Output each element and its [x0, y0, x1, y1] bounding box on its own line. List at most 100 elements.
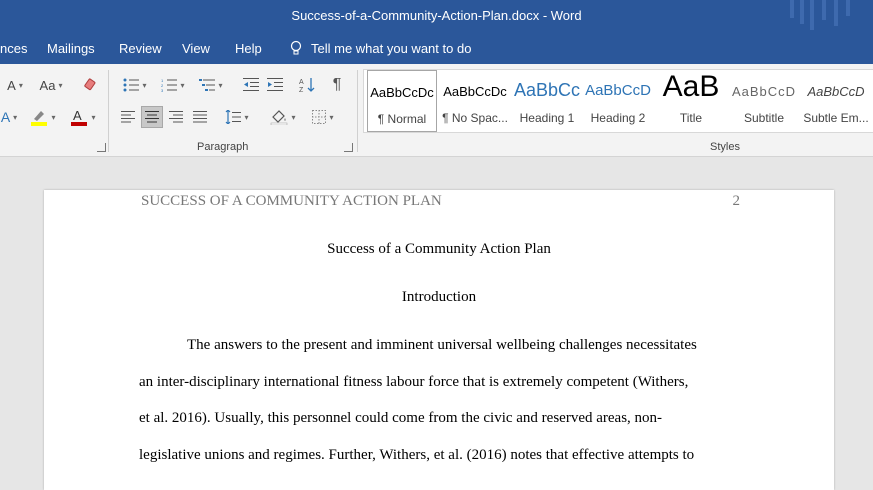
numbering-icon: 123 [161, 78, 178, 92]
body-line: The answers to the present and imminent … [187, 337, 697, 353]
chevron-down-icon: ▾ [58, 80, 63, 90]
decoration [846, 0, 850, 16]
multilevel-list-button[interactable]: ▾ [194, 74, 228, 96]
align-right-icon [169, 111, 183, 123]
decrease-indent-icon [243, 78, 259, 91]
justify-button[interactable] [190, 106, 210, 128]
font-size-label: A [7, 77, 16, 93]
style-normal[interactable]: AaBbCcDc ¶ Normal [367, 70, 437, 132]
style-name: ¶ Normal [377, 112, 427, 126]
line-spacing-icon [226, 110, 242, 124]
style-name: Heading 2 [590, 111, 646, 125]
group-separator [357, 70, 358, 152]
decoration [822, 0, 826, 20]
paint-bucket-icon [271, 110, 288, 125]
tab-view[interactable]: View [182, 41, 210, 56]
chevron-down-icon: ▾ [244, 112, 249, 122]
change-case-button[interactable]: Aa ▾ [35, 74, 67, 96]
align-left-button[interactable] [118, 106, 138, 128]
align-center-button[interactable] [141, 106, 163, 128]
body-line: an inter-disciplinary international fitn… [139, 374, 689, 390]
body-line: legislative unions and regimes. Further,… [139, 447, 695, 463]
numbering-button[interactable]: 1 2 3 ▾ [156, 74, 190, 96]
window-title: Success-of-a-Community-Action-Plan.docx … [291, 8, 582, 23]
chevron-down-icon: ▾ [218, 80, 223, 90]
decrease-indent-button[interactable] [240, 74, 262, 96]
decoration [834, 0, 838, 26]
align-center-icon [145, 111, 159, 123]
tab-review[interactable]: Review [119, 41, 162, 56]
style-name: Title [679, 111, 703, 125]
style-heading-1[interactable]: AaBbCc Heading 1 [513, 70, 581, 132]
change-case-label: Aa [39, 77, 56, 93]
style-preview: AaBbCcDc [443, 84, 507, 99]
svg-text:A: A [73, 108, 82, 123]
style-heading-2[interactable]: AaBbCcD Heading 2 [584, 70, 652, 132]
borders-button[interactable]: ▾ [306, 106, 340, 128]
style-subtitle[interactable]: AaBbCcD Subtitle [730, 70, 798, 132]
shading-button[interactable]: ▾ [266, 106, 300, 128]
style-preview: AaBbCcD [731, 84, 797, 99]
style-name: ¶ No Spac... [442, 111, 508, 125]
multilevel-list-icon [199, 79, 216, 91]
section-heading: Introduction [401, 289, 477, 305]
highlight-color-button[interactable]: ▾ [26, 106, 60, 128]
paragraph-group-label: Paragraph [197, 141, 249, 153]
group-separator [108, 70, 109, 152]
tab-help[interactable]: Help [235, 41, 262, 56]
styles-group-label: Styles [710, 141, 740, 153]
styles-gallery: AaBbCcDc ¶ Normal AaBbCcDc ¶ No Spac... … [363, 69, 873, 133]
text-effects-button[interactable]: A ▾ [0, 106, 18, 128]
show-formatting-button[interactable]: ¶ [326, 74, 348, 96]
running-head: SUCCESS OF A COMMUNITY ACTION PLAN [141, 193, 442, 209]
lightbulb-icon [290, 40, 302, 55]
chevron-down-icon: ▾ [142, 80, 147, 90]
bullets-icon [123, 78, 140, 92]
clear-formatting-button[interactable] [80, 74, 100, 96]
tab-mailings[interactable]: Mailings [47, 41, 95, 56]
align-left-icon [121, 111, 135, 123]
font-dialog-launcher[interactable] [97, 143, 106, 152]
title-bar: Success-of-a-Community-Action-Plan.docx … [0, 0, 873, 32]
chevron-down-icon: ▾ [180, 80, 185, 90]
style-preview: AaBbCc [513, 80, 581, 100]
chevron-down-icon: ▾ [13, 112, 18, 122]
style-preview: AaB [662, 70, 720, 103]
svg-text:Z: Z [299, 87, 304, 93]
line-spacing-button[interactable]: ▾ [220, 106, 254, 128]
body-line: et al. 2016). Usually, this personnel co… [139, 410, 663, 426]
tab-references[interactable]: nces [0, 41, 27, 56]
sort-icon: AZ [299, 78, 315, 93]
style-preview: AaBbCcDc [370, 85, 434, 100]
svg-text:A: A [299, 79, 304, 86]
ribbon-tabs: nces Mailings Review View Help Tell me w… [0, 32, 873, 64]
decoration [810, 0, 814, 30]
align-right-button[interactable] [166, 106, 186, 128]
font-color-button[interactable]: A ▾ [66, 106, 100, 128]
document-page[interactable]: SUCCESS OF A COMMUNITY ACTION PLAN 2 Suc… [44, 190, 834, 490]
shrink-font-button[interactable]: A ▾ [6, 74, 24, 96]
style-no-spacing[interactable]: AaBbCcDc ¶ No Spac... [440, 70, 510, 132]
chevron-down-icon: ▾ [329, 112, 334, 122]
borders-icon [312, 110, 327, 124]
pilcrow-icon: ¶ [332, 76, 342, 93]
chevron-down-icon: ▾ [91, 112, 96, 122]
style-subtle-emphasis[interactable]: AaBbCcD Subtle Em... [801, 70, 871, 132]
style-name: Subtle Em... [803, 111, 869, 125]
text-effects-icon: A [0, 109, 11, 125]
justify-icon [193, 111, 207, 123]
increase-indent-button[interactable] [264, 74, 286, 96]
bullets-button[interactable]: ▾ [118, 74, 152, 96]
style-preview: AaBbCcD [807, 84, 865, 99]
sort-button[interactable]: AZ [296, 74, 318, 96]
ribbon: A ▾ Aa ▾ A ▾ ▾ A ▾ ▾ 1 2 3 ▾ ▾ AZ ¶ ▾ ▾ … [0, 64, 873, 157]
tell-me-box[interactable]: Tell me what you want to do [289, 40, 471, 56]
style-title[interactable]: AaB Title [657, 70, 725, 132]
decoration [790, 0, 794, 18]
paragraph-dialog-launcher[interactable] [344, 143, 353, 152]
font-color-icon: A [71, 108, 88, 126]
highlighter-icon [31, 111, 48, 126]
tell-me-text: Tell me what you want to do [311, 40, 472, 56]
document-title: Success of a Community Action Plan [327, 241, 551, 257]
chevron-down-icon: ▾ [18, 80, 23, 90]
